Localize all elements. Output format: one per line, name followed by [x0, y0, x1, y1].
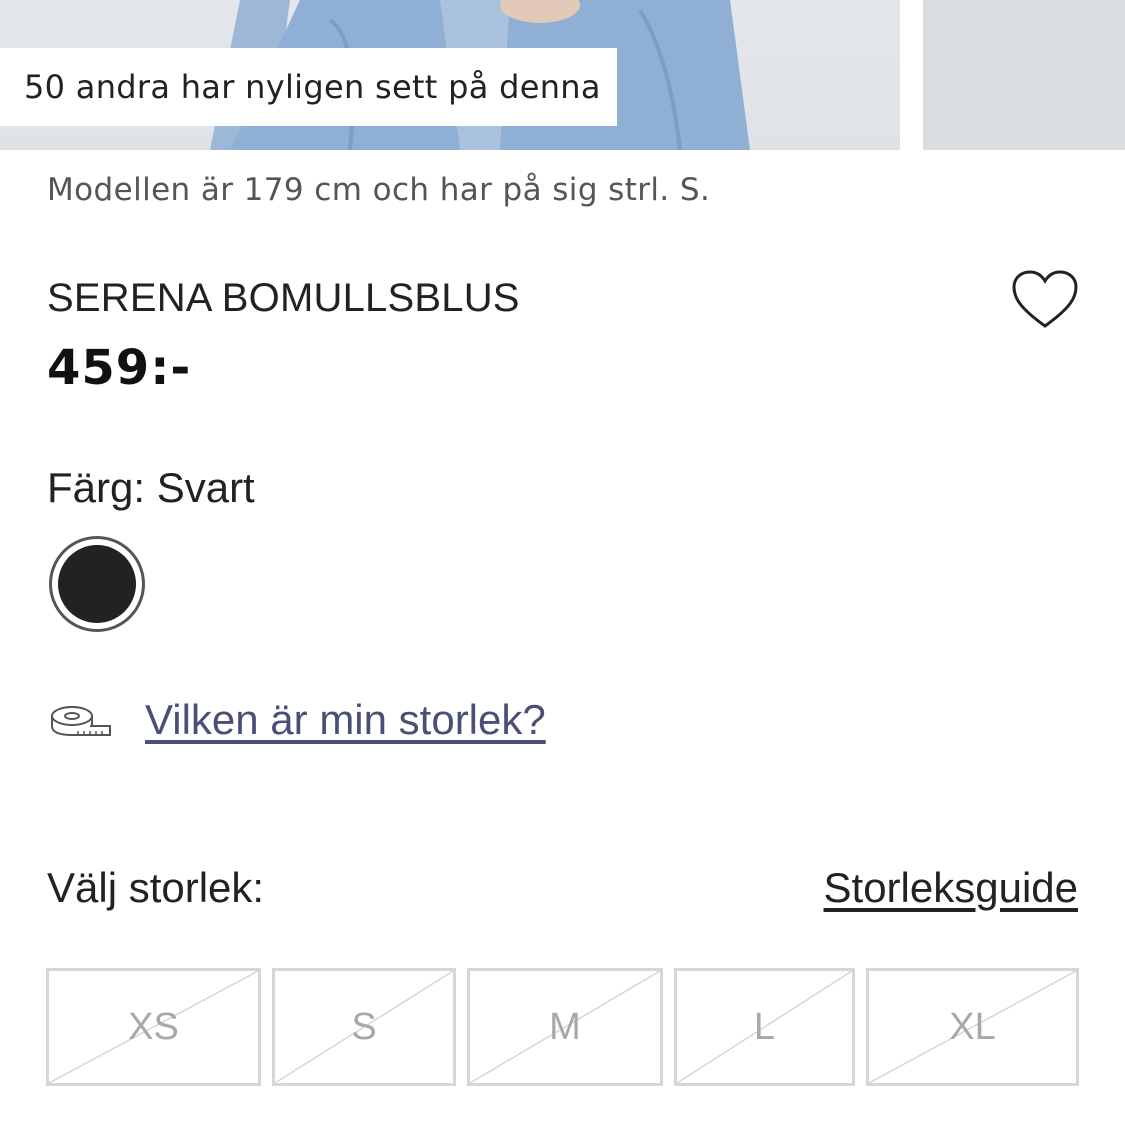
color-label: Färg: Svart: [47, 464, 255, 511]
size-option-label: M: [549, 1006, 581, 1048]
size-option-xs[interactable]: XS: [46, 968, 261, 1086]
size-option-label: S: [351, 1006, 377, 1048]
size-option-label: XL: [949, 1006, 996, 1048]
size-option-m[interactable]: M: [467, 968, 663, 1086]
wishlist-button[interactable]: [1010, 268, 1080, 332]
tape-measure-icon: [51, 706, 111, 736]
size-option-xl[interactable]: XL: [866, 968, 1079, 1086]
size-guide-link[interactable]: Storleksguide: [824, 864, 1078, 912]
swatch-fill: [58, 545, 136, 623]
size-option-l[interactable]: L: [674, 968, 855, 1086]
size-finder-link[interactable]: Vilken är min storlek?: [145, 696, 546, 744]
select-size-label: Välj storlek:: [47, 864, 265, 911]
product-price: 459:-: [47, 340, 192, 396]
model-size-info: Modellen är 179 cm och har på sig strl. …: [47, 172, 711, 208]
size-option-s[interactable]: S: [272, 968, 456, 1086]
product-title: SERENA BOMULLSBLUS: [47, 276, 520, 320]
size-option-label: L: [753, 1006, 776, 1048]
product-image-gallery[interactable]: 50 andra har nyligen sett på denna: [0, 0, 1125, 150]
size-option-label: XS: [128, 1006, 179, 1048]
color-swatch-svart[interactable]: [49, 536, 145, 632]
recently-viewed-badge: 50 andra har nyligen sett på denna: [0, 48, 617, 126]
heart-icon: [1012, 270, 1078, 328]
next-product-photo[interactable]: [923, 0, 1125, 150]
